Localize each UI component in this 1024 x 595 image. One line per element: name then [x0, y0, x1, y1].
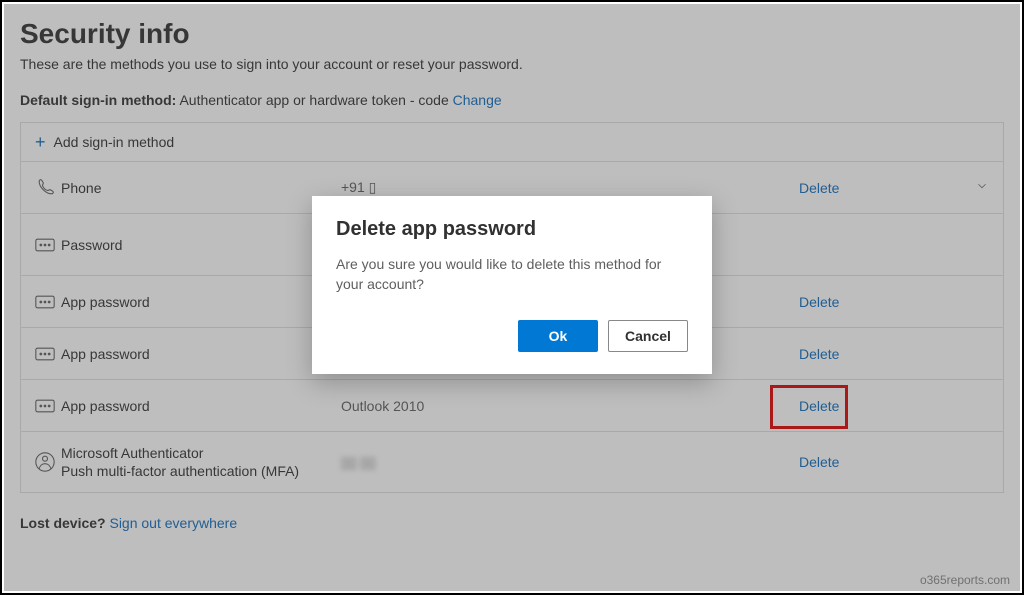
cancel-button[interactable]: Cancel [608, 320, 688, 352]
modal-overlay: Delete app password Are you sure you wou… [4, 4, 1020, 591]
dialog-body: Are you sure you would like to delete th… [336, 255, 688, 294]
delete-app-password-dialog: Delete app password Are you sure you wou… [312, 196, 712, 374]
ok-button[interactable]: Ok [518, 320, 598, 352]
dialog-title: Delete app password [336, 218, 688, 241]
